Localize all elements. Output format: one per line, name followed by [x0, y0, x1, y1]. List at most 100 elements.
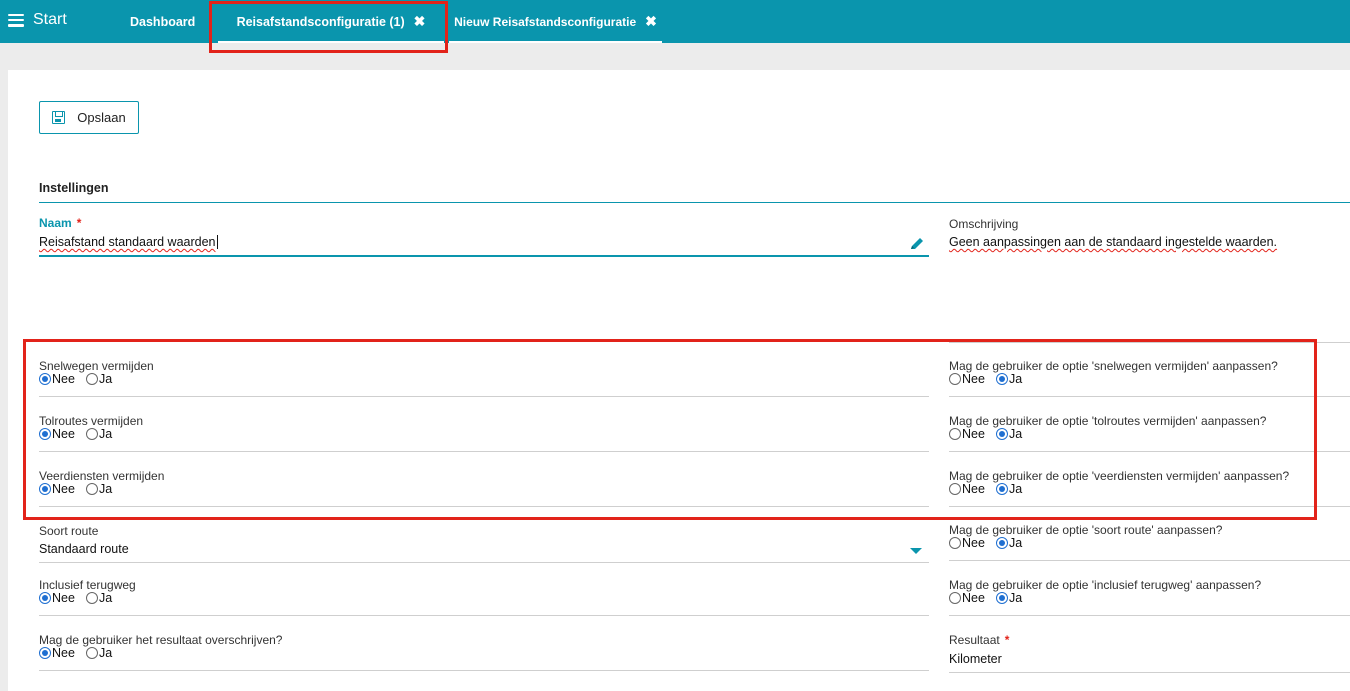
resultaat-select[interactable]: Kilometer	[949, 652, 1002, 666]
close-icon[interactable]: ✖	[414, 13, 426, 30]
radio-label-nee: Nee	[52, 427, 75, 441]
right-option-radio-ja[interactable]	[995, 537, 1008, 549]
right-option-radio-ja[interactable]	[995, 428, 1008, 440]
radio-label-nee: Nee	[962, 427, 985, 441]
soort-route-label: Soort route	[39, 524, 99, 538]
left-option-radio-nee[interactable]	[39, 592, 51, 604]
right-option-radio-nee[interactable]	[949, 592, 961, 604]
left-option-underline	[39, 670, 929, 671]
right-option-radio-ja[interactable]	[995, 483, 1008, 495]
radio-label-ja: Ja	[1008, 427, 1023, 441]
right-option-radio-group: Nee Ja	[949, 482, 1033, 496]
start-label: Start	[33, 11, 67, 28]
required-marker: *	[1004, 633, 1010, 647]
radio-label-ja: Ja	[98, 372, 113, 386]
left-option-underline	[39, 451, 929, 452]
left-option-label: Snelwegen vermijden	[39, 359, 154, 373]
omschrijving-text: Geen aanpassingen aan de standaard inges…	[949, 235, 1278, 249]
left-option-radio-ja[interactable]	[85, 373, 98, 385]
naam-label-text: Naam	[39, 216, 72, 230]
left-option-radio-group: Nee Ja	[39, 482, 123, 496]
right-option-underline	[949, 506, 1350, 507]
left-option-radio-nee[interactable]	[39, 373, 51, 385]
left-option-underline	[39, 396, 929, 397]
left-option-radio-ja[interactable]	[85, 428, 98, 440]
left-option-label: Veerdiensten vermijden	[39, 469, 165, 483]
right-option-radio-group: Nee Ja	[949, 372, 1033, 386]
right-option-radio-nee[interactable]	[949, 428, 961, 440]
naam-label: Naam *	[39, 216, 81, 230]
omschrijving-value[interactable]: Geen aanpassingen aan de standaard inges…	[949, 235, 1277, 249]
right-option-radio-group: Nee Ja	[949, 536, 1033, 550]
resultaat-underline	[949, 672, 1350, 673]
left-option-label: Mag de gebruiker het resultaat overschri…	[39, 633, 283, 647]
left-option-radio-nee[interactable]	[39, 647, 51, 659]
right-option-radio-group: Nee Ja	[949, 427, 1033, 441]
chevron-down-icon[interactable]	[910, 548, 922, 554]
content-panel	[8, 70, 1350, 691]
left-option-underline	[39, 615, 929, 616]
radio-label-nee: Nee	[52, 482, 75, 496]
left-option-radio-group: Nee Ja	[39, 591, 123, 605]
right-option-label: Mag de gebruiker de optie 'snelwegen ver…	[949, 359, 1278, 373]
radio-label-nee: Nee	[962, 482, 985, 496]
close-icon[interactable]: ✖	[645, 13, 657, 30]
left-option-radio-ja[interactable]	[85, 483, 98, 495]
right-option-radio-ja[interactable]	[995, 373, 1008, 385]
naam-input[interactable]: Reisafstand standaard waarden	[39, 235, 218, 249]
left-option-radio-ja[interactable]	[85, 647, 98, 659]
required-marker: *	[76, 216, 82, 230]
tab-label: Nieuw Reisafstandsconfiguratie	[454, 14, 637, 29]
left-option-label: Tolroutes vermijden	[39, 414, 144, 428]
active-tab-indicator	[218, 41, 444, 43]
floppy-disk-icon	[52, 111, 66, 124]
right-option-label: Mag de gebruiker de optie 'inclusief ter…	[949, 578, 1262, 592]
right-option-underline	[949, 396, 1350, 397]
tab-label: Reisafstandsconfiguratie (1)	[236, 14, 405, 29]
section-title: Instellingen	[39, 181, 109, 195]
radio-label-ja: Ja	[98, 427, 113, 441]
resultaat-label-text: Resultaat	[949, 633, 1000, 647]
right-option-radio-ja[interactable]	[995, 592, 1008, 604]
hamburger-icon	[8, 13, 24, 27]
left-option-label: Inclusief terugweg	[39, 578, 136, 592]
tab-reisafstandsconfiguratie[interactable]: Reisafstandsconfiguratie (1) ✖	[218, 0, 444, 43]
right-option-radio-nee[interactable]	[949, 483, 961, 495]
right-option-radio-group: Nee Ja	[949, 591, 1033, 605]
radio-label-ja: Ja	[1008, 591, 1023, 605]
right-option-label: Mag de gebruiker de optie 'soort route' …	[949, 523, 1223, 537]
left-option-underline	[39, 506, 929, 507]
omschrijving-label: Omschrijving	[949, 217, 1019, 231]
radio-label-ja: Ja	[1008, 372, 1023, 386]
soort-route-underline	[39, 562, 929, 563]
tab-nieuw-reisafstandsconfiguratie[interactable]: Nieuw Reisafstandsconfiguratie ✖	[449, 0, 662, 43]
right-option-underline	[949, 451, 1350, 452]
radio-label-nee: Nee	[52, 372, 75, 386]
radio-label-ja: Ja	[98, 591, 113, 605]
left-option-radio-nee[interactable]	[39, 483, 51, 495]
right-option-radio-nee[interactable]	[949, 537, 961, 549]
tab-dashboard[interactable]: Dashboard	[130, 0, 195, 43]
top-bar: Start Dashboard Reisafstandsconfiguratie…	[0, 0, 1350, 43]
radio-label-ja: Ja	[98, 482, 113, 496]
left-option-radio-group: Nee Ja	[39, 372, 123, 386]
radio-label-nee: Nee	[962, 536, 985, 550]
right-option-label: Mag de gebruiker de optie 'tolroutes ver…	[949, 414, 1267, 428]
left-option-radio-group: Nee Ja	[39, 427, 123, 441]
right-option-underline	[949, 615, 1350, 616]
radio-label-nee: Nee	[52, 646, 75, 660]
save-button[interactable]: Opslaan	[39, 101, 139, 134]
tab-indicator	[449, 41, 662, 43]
radio-label-ja: Ja	[1008, 536, 1023, 550]
radio-label-nee: Nee	[52, 591, 75, 605]
soort-route-select[interactable]: Standaard route	[39, 542, 129, 556]
right-option-radio-nee[interactable]	[949, 373, 961, 385]
radio-label-nee: Nee	[962, 591, 985, 605]
naam-underline	[39, 255, 929, 257]
left-option-radio-ja[interactable]	[85, 592, 98, 604]
start-menu-button[interactable]: Start	[8, 8, 67, 32]
left-option-radio-group: Nee Ja	[39, 646, 123, 660]
left-option-radio-nee[interactable]	[39, 428, 51, 440]
pencil-icon[interactable]	[909, 237, 925, 251]
radio-label-nee: Nee	[962, 372, 985, 386]
